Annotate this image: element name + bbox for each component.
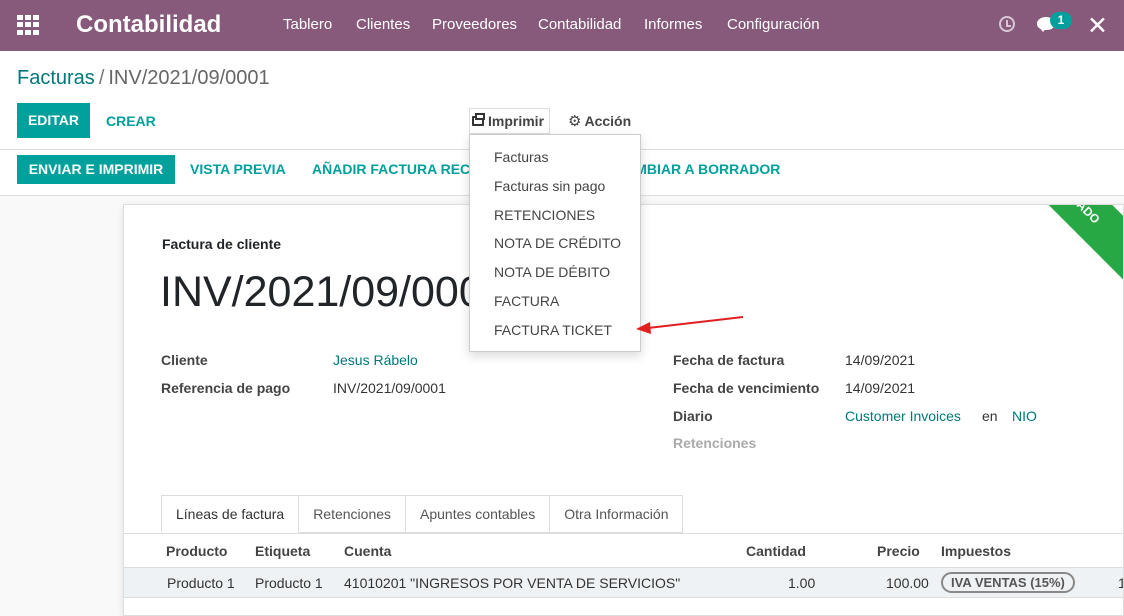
header-account[interactable]: Cuenta <box>344 543 391 559</box>
menu-contabilidad[interactable]: Contabilidad <box>538 16 621 33</box>
menu-configuracion[interactable]: Configuración <box>727 16 820 33</box>
cell-account: 41010201 "INGRESOS POR VENTA DE SERVICIO… <box>344 575 681 591</box>
gear-icon: ⚙ <box>568 113 582 130</box>
journal-link[interactable]: Customer Invoices <box>845 408 961 424</box>
customer-link[interactable]: Jesus Rábelo <box>333 352 418 368</box>
menu-tablero[interactable]: Tablero <box>283 16 332 33</box>
breadcrumb-separator: / <box>98 67 105 89</box>
tab-invoice-lines[interactable]: Líneas de factura <box>161 495 300 533</box>
tax-badge: IVA VENTAS (15%) <box>941 572 1075 593</box>
menu-item-nota-credito[interactable]: NOTA DE CRÉDITO <box>494 235 621 251</box>
journal-in-text: en <box>982 408 998 424</box>
menu-item-facturas[interactable]: Facturas <box>494 149 548 165</box>
message-count-badge: 1 <box>1050 12 1072 29</box>
header-product[interactable]: Producto <box>166 543 227 559</box>
preview-button[interactable]: VISTA PREVIA <box>190 161 286 177</box>
withholding-label: Retenciones <box>673 435 757 451</box>
menu-item-facturas-sin-pago[interactable]: Facturas sin pago <box>494 178 605 194</box>
cell-subtotal: 1 <box>1118 575 1123 591</box>
document-type: Factura de cliente <box>162 236 282 252</box>
menu-clientes[interactable]: Clientes <box>356 16 410 33</box>
menu-item-factura-ticket[interactable]: FACTURA TICKET <box>494 322 612 338</box>
send-and-print-button[interactable]: ENVIAR E IMPRIMIR <box>17 155 175 184</box>
customer-label: Cliente <box>161 352 208 368</box>
tab-other-info[interactable]: Otra Información <box>550 495 684 533</box>
header-quantity[interactable]: Cantidad <box>746 543 806 559</box>
table-row[interactable]: Producto 1 Producto 1 41010201 "INGRESOS… <box>124 567 1123 598</box>
header-taxes[interactable]: Impuestos <box>941 543 1011 559</box>
apps-menu-icon[interactable] <box>17 15 39 35</box>
menu-item-factura[interactable]: FACTURA <box>494 293 559 309</box>
activity-clock-icon[interactable] <box>999 16 1015 32</box>
print-button-label: Imprimir <box>488 113 545 129</box>
currency-link[interactable]: NIO <box>1012 408 1037 424</box>
print-dropdown-menu: Facturas Facturas sin pago RETENCIONES N… <box>469 134 641 352</box>
action-button-label: Acción <box>584 113 632 129</box>
top-navbar: Contabilidad Tablero Clientes Proveedore… <box>0 0 1124 51</box>
menu-item-nota-debito[interactable]: NOTA DE DÉBITO <box>494 264 610 280</box>
create-button[interactable]: CREAR <box>106 113 156 129</box>
app-title[interactable]: Contabilidad <box>76 11 221 39</box>
due-date-label: Fecha de vencimiento <box>673 380 820 396</box>
header-price[interactable]: Precio <box>877 543 920 559</box>
cell-price: 100.00 <box>886 575 929 591</box>
status-ribbon: ENVIADO <box>994 205 1123 286</box>
breadcrumb: Facturas / INV/2021/09/0001 <box>17 67 270 90</box>
breadcrumb-current: INV/2021/09/0001 <box>108 67 270 89</box>
breadcrumb-parent-link[interactable]: Facturas <box>17 67 95 89</box>
cell-product: Producto 1 <box>167 575 235 591</box>
close-icon[interactable]: ✕ <box>1087 11 1108 41</box>
action-dropdown-button[interactable]: ⚙ Acción <box>568 112 631 130</box>
menu-item-retenciones[interactable]: RETENCIONES <box>494 207 595 223</box>
cell-label: Producto 1 <box>255 575 323 591</box>
edit-button[interactable]: EDITAR <box>17 103 90 138</box>
invoice-lines-header: Producto Etiqueta Cuenta Cantidad Precio… <box>124 534 1123 567</box>
due-date-value: 14/09/2021 <box>845 380 916 396</box>
menu-informes[interactable]: Informes <box>644 16 702 33</box>
journal-label: Diario <box>673 408 713 424</box>
menu-proveedores[interactable]: Proveedores <box>432 16 517 33</box>
payment-reference-label: Referencia de pago <box>161 380 291 396</box>
tab-withholdings[interactable]: Retenciones <box>299 495 407 533</box>
cell-quantity: 1.00 <box>788 575 816 591</box>
invoice-date-value: 14/09/2021 <box>845 352 916 368</box>
notebook-tabs: Líneas de factura Retenciones Apuntes co… <box>161 495 684 533</box>
invoice-date-label: Fecha de factura <box>673 352 785 368</box>
tab-journal-items[interactable]: Apuntes contables <box>406 495 551 533</box>
header-label[interactable]: Etiqueta <box>255 543 310 559</box>
printer-icon <box>472 113 485 126</box>
document-name: INV/2021/09/0001 <box>160 268 507 316</box>
print-dropdown-button[interactable]: Imprimir <box>469 108 550 134</box>
payment-reference-value: INV/2021/09/0001 <box>333 380 446 396</box>
